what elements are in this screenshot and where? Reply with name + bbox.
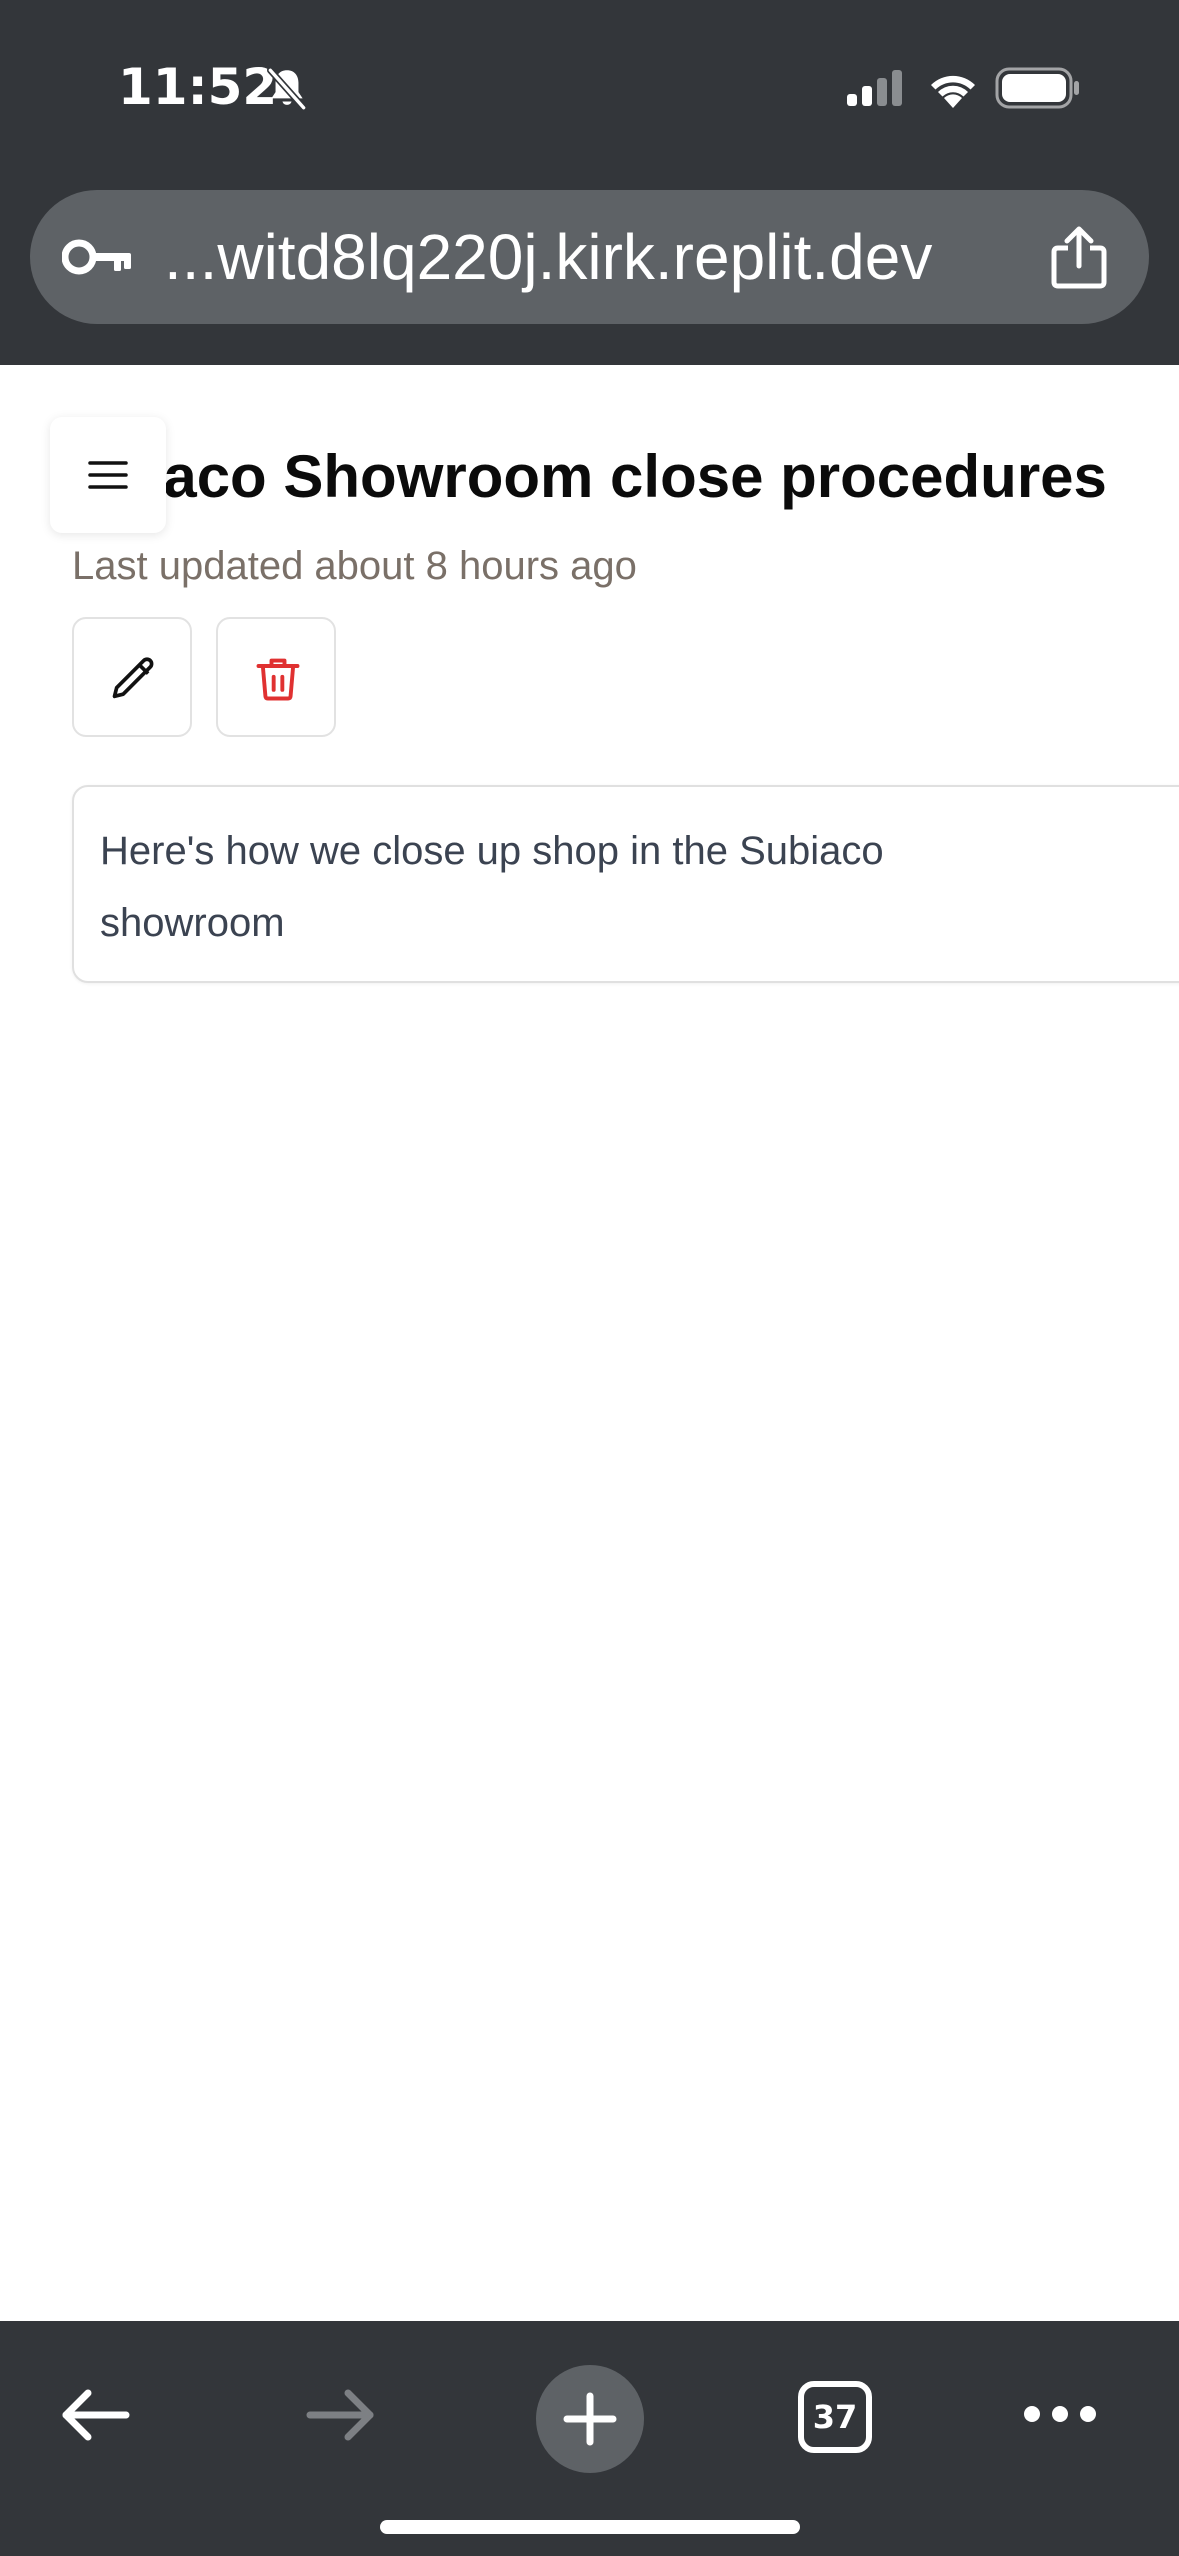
menu-button[interactable] [50, 417, 166, 533]
edit-button[interactable] [72, 617, 192, 737]
home-indicator[interactable] [380, 2520, 800, 2534]
arrow-right-icon[interactable] [306, 2385, 378, 2445]
ellipsis-icon[interactable] [1022, 2399, 1098, 2429]
hamburger-menu-icon [88, 461, 128, 489]
browser-top-chrome: 11:52 ...witd8lq220j.kirk.replit.dev [0, 0, 1179, 365]
bell-slash-icon [267, 66, 307, 112]
cellular-signal-icon [847, 70, 902, 106]
wifi-icon [931, 75, 975, 108]
new-tab-button[interactable] [536, 2365, 644, 2473]
last-updated-text: Last updated about 8 hours ago [72, 544, 637, 588]
description-text: Here's how we close up shop in the Subia… [100, 829, 884, 945]
share-icon[interactable] [1048, 224, 1110, 290]
address-bar[interactable]: ...witd8lq220j.kirk.replit.dev [30, 190, 1149, 324]
pencil-icon [112, 657, 154, 699]
page-title: biaco Showroom close procedures [110, 443, 1107, 510]
trash-icon [256, 658, 300, 701]
arrow-left-icon[interactable] [58, 2385, 130, 2445]
tab-count-button[interactable]: 37 [798, 2381, 872, 2453]
browser-bottom-toolbar: 37 [0, 2321, 1179, 2556]
url-text[interactable]: ...witd8lq220j.kirk.replit.dev [164, 190, 932, 324]
page-content: biaco Showroom close procedures Last upd… [0, 365, 1179, 2321]
key-icon [62, 239, 131, 275]
description-card: Here's how we close up shop in the Subia… [72, 785, 1179, 983]
battery-icon [995, 67, 1079, 109]
delete-button[interactable] [216, 617, 336, 737]
plus-icon [563, 2392, 617, 2446]
status-time: 11:52 [118, 58, 278, 116]
